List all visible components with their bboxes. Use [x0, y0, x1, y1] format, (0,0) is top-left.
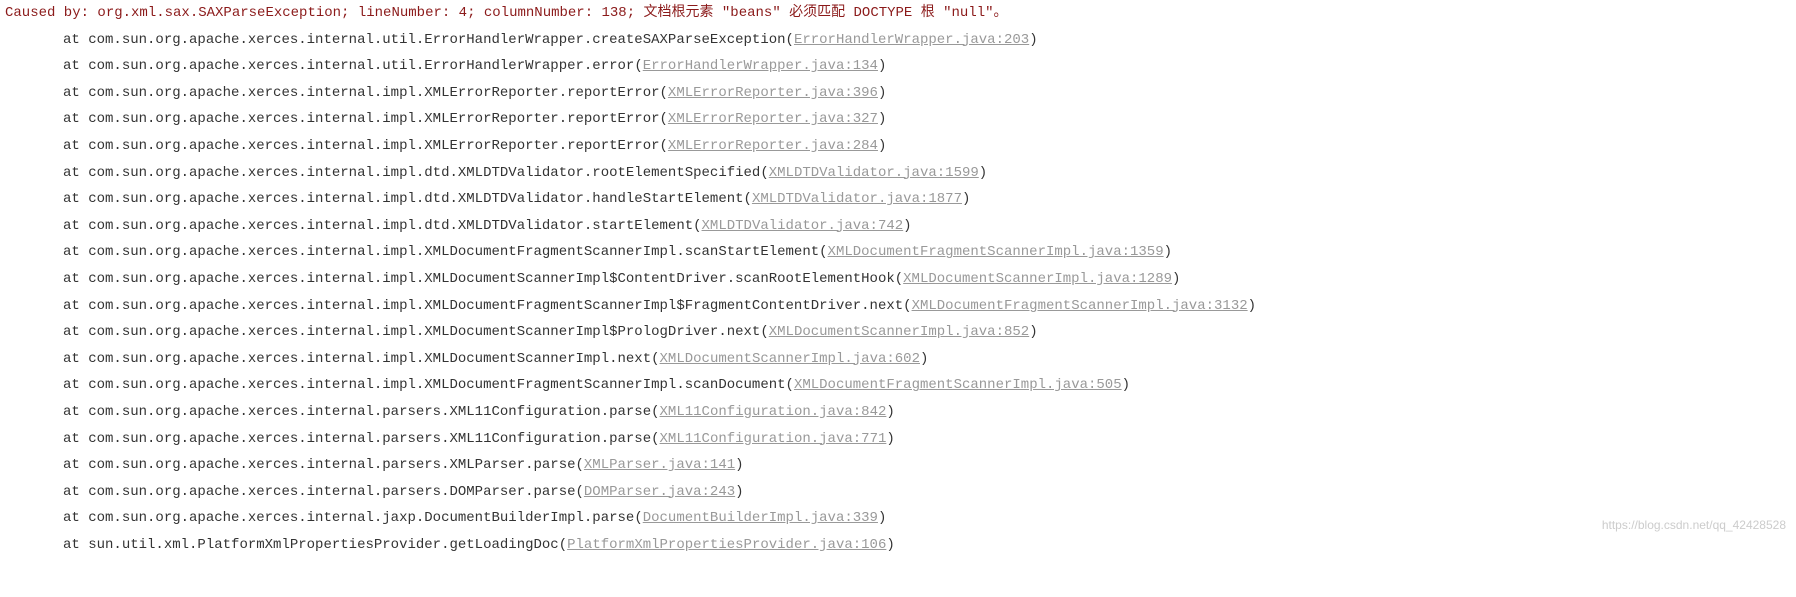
frame-source-link[interactable]: DocumentBuilderImpl.java:339 [643, 510, 878, 526]
stack-frames: at com.sun.org.apache.xerces.internal.ut… [0, 27, 1796, 559]
frame-method: com.sun.org.apache.xerces.internal.parse… [88, 484, 575, 500]
frame-at-keyword: at [5, 32, 88, 48]
stack-frame: at com.sun.org.apache.xerces.internal.im… [0, 186, 1796, 213]
frame-method: com.sun.org.apache.xerces.internal.jaxp.… [88, 510, 634, 526]
stack-frame: at com.sun.org.apache.xerces.internal.im… [0, 319, 1796, 346]
frame-at-keyword: at [5, 298, 88, 314]
frame-method: com.sun.org.apache.xerces.internal.impl.… [88, 138, 659, 154]
frame-method: com.sun.org.apache.xerces.internal.impl.… [88, 324, 760, 340]
frame-method: com.sun.org.apache.xerces.internal.impl.… [88, 165, 760, 181]
frame-source-link[interactable]: XMLDTDValidator.java:1877 [752, 191, 962, 207]
frame-at-keyword: at [5, 510, 88, 526]
frame-source-link[interactable]: XMLParser.java:141 [584, 457, 735, 473]
stack-frame: at com.sun.org.apache.xerces.internal.im… [0, 346, 1796, 373]
watermark-text: https://blog.csdn.net/qq_42428528 [1602, 514, 1786, 537]
frame-at-keyword: at [5, 244, 88, 260]
frame-source-link[interactable]: XMLDocumentScannerImpl.java:852 [769, 324, 1029, 340]
frame-method: com.sun.org.apache.xerces.internal.impl.… [88, 218, 693, 234]
stack-frame: at com.sun.org.apache.xerces.internal.ut… [0, 53, 1796, 80]
frame-at-keyword: at [5, 138, 88, 154]
stack-frame: at com.sun.org.apache.xerces.internal.im… [0, 80, 1796, 107]
frame-source-link[interactable]: XMLDocumentFragmentScannerImpl.java:505 [794, 377, 1122, 393]
frame-at-keyword: at [5, 351, 88, 367]
frame-source-link[interactable]: PlatformXmlPropertiesProvider.java:106 [567, 537, 886, 553]
stack-frame: at com.sun.org.apache.xerces.internal.pa… [0, 426, 1796, 453]
frame-source-link[interactable]: XML11Configuration.java:842 [660, 404, 887, 420]
frame-at-keyword: at [5, 377, 88, 393]
frame-at-keyword: at [5, 165, 88, 181]
frame-at-keyword: at [5, 484, 88, 500]
frame-source-link[interactable]: XMLDocumentFragmentScannerImpl.java:1359 [828, 244, 1164, 260]
frame-at-keyword: at [5, 324, 88, 340]
frame-method: com.sun.org.apache.xerces.internal.impl.… [88, 85, 659, 101]
frame-method: com.sun.org.apache.xerces.internal.impl.… [88, 244, 819, 260]
frame-source-link[interactable]: XMLErrorReporter.java:327 [668, 111, 878, 127]
frame-method: com.sun.org.apache.xerces.internal.parse… [88, 457, 575, 473]
frame-source-link[interactable]: XMLDTDValidator.java:742 [702, 218, 904, 234]
stack-frame: at com.sun.org.apache.xerces.internal.im… [0, 133, 1796, 160]
stack-frame: at com.sun.org.apache.xerces.internal.pa… [0, 399, 1796, 426]
frame-method: com.sun.org.apache.xerces.internal.parse… [88, 404, 651, 420]
frame-at-keyword: at [5, 111, 88, 127]
stack-frame: at com.sun.org.apache.xerces.internal.im… [0, 239, 1796, 266]
frame-method: com.sun.org.apache.xerces.internal.parse… [88, 431, 651, 447]
stack-frame: at com.sun.org.apache.xerces.internal.pa… [0, 479, 1796, 506]
frame-method: com.sun.org.apache.xerces.internal.impl.… [88, 298, 903, 314]
stack-frame: at com.sun.org.apache.xerces.internal.ut… [0, 27, 1796, 54]
stack-frame: at com.sun.org.apache.xerces.internal.im… [0, 160, 1796, 187]
exception-caused-by: Caused by: org.xml.sax.SAXParseException… [0, 0, 1796, 27]
stack-frame: at com.sun.org.apache.xerces.internal.im… [0, 266, 1796, 293]
frame-method: com.sun.org.apache.xerces.internal.impl.… [88, 377, 785, 393]
frame-at-keyword: at [5, 404, 88, 420]
frame-at-keyword: at [5, 218, 88, 234]
frame-source-link[interactable]: XML11Configuration.java:771 [660, 431, 887, 447]
frame-method: sun.util.xml.PlatformXmlPropertiesProvid… [88, 537, 558, 553]
frame-source-link[interactable]: XMLDocumentScannerImpl.java:1289 [903, 271, 1172, 287]
frame-source-link[interactable]: XMLDTDValidator.java:1599 [769, 165, 979, 181]
frame-method: com.sun.org.apache.xerces.internal.impl.… [88, 351, 651, 367]
frame-source-link[interactable]: XMLErrorReporter.java:284 [668, 138, 878, 154]
stack-frame: at com.sun.org.apache.xerces.internal.pa… [0, 452, 1796, 479]
frame-method: com.sun.org.apache.xerces.internal.impl.… [88, 271, 895, 287]
frame-source-link[interactable]: DOMParser.java:243 [584, 484, 735, 500]
frame-method: com.sun.org.apache.xerces.internal.impl.… [88, 111, 659, 127]
frame-at-keyword: at [5, 191, 88, 207]
frame-source-link[interactable]: XMLErrorReporter.java:396 [668, 85, 878, 101]
stack-frame: at com.sun.org.apache.xerces.internal.im… [0, 293, 1796, 320]
frame-method: com.sun.org.apache.xerces.internal.impl.… [88, 191, 743, 207]
frame-source-link[interactable]: XMLDocumentFragmentScannerImpl.java:3132 [912, 298, 1248, 314]
frame-method: com.sun.org.apache.xerces.internal.util.… [88, 58, 634, 74]
frame-at-keyword: at [5, 85, 88, 101]
stack-frame: at sun.util.xml.PlatformXmlPropertiesPro… [0, 532, 1796, 559]
stack-frame: at com.sun.org.apache.xerces.internal.im… [0, 213, 1796, 240]
frame-at-keyword: at [5, 271, 88, 287]
stack-frame: at com.sun.org.apache.xerces.internal.ja… [0, 505, 1796, 532]
frame-method: com.sun.org.apache.xerces.internal.util.… [88, 32, 785, 48]
frame-source-link[interactable]: ErrorHandlerWrapper.java:134 [643, 58, 878, 74]
frame-at-keyword: at [5, 457, 88, 473]
frame-source-link[interactable]: ErrorHandlerWrapper.java:203 [794, 32, 1029, 48]
stack-frame: at com.sun.org.apache.xerces.internal.im… [0, 106, 1796, 133]
stack-frame: at com.sun.org.apache.xerces.internal.im… [0, 372, 1796, 399]
frame-at-keyword: at [5, 537, 88, 553]
frame-at-keyword: at [5, 431, 88, 447]
frame-source-link[interactable]: XMLDocumentScannerImpl.java:602 [660, 351, 920, 367]
frame-at-keyword: at [5, 58, 88, 74]
